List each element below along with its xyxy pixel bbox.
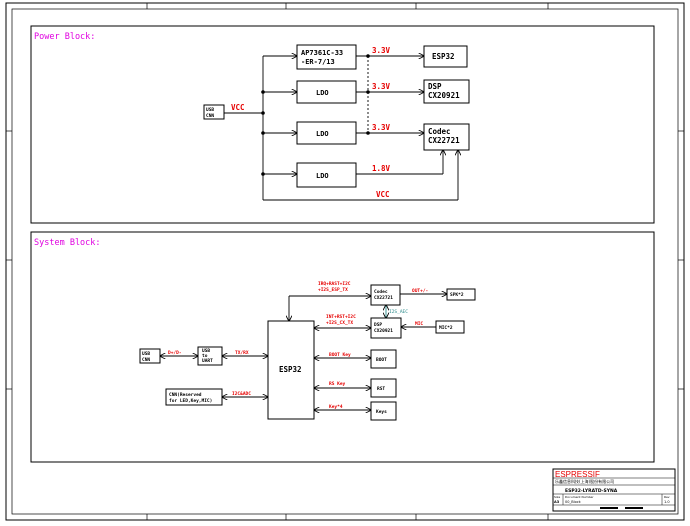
svg-text:CX20921: CX20921 xyxy=(374,328,393,334)
speaker-box: SPK*2 xyxy=(446,288,476,301)
i2s-aec-label: I2S_AEC xyxy=(389,309,408,315)
mic-label: MIC xyxy=(415,321,423,327)
reserved-connector: CNN(Reserved for LED,Key,MIC) xyxy=(165,388,223,406)
svg-text:AP7361C-33: AP7361C-33 xyxy=(301,49,343,57)
svg-text:CX22721: CX22721 xyxy=(428,136,460,145)
power-vcc-bottom-label: VCC xyxy=(376,190,390,199)
system-dsp: DSP CX20921 xyxy=(370,317,402,339)
system-codec: Codec CX22721 xyxy=(370,284,401,306)
rst-box: RST xyxy=(370,378,397,398)
svg-text:CX20921: CX20921 xyxy=(428,91,460,100)
svg-text:BOOT: BOOT xyxy=(376,357,387,363)
project-name: ESP32-LYRATD-SYNA xyxy=(565,488,618,494)
power-block-title: Power Block: xyxy=(34,32,95,42)
svg-text:for LED,Key,MIC): for LED,Key,MIC) xyxy=(169,398,212,404)
dsp-bus-label-1: INT+RST+I2C xyxy=(326,314,356,320)
svg-text:SPK*2: SPK*2 xyxy=(450,292,464,298)
power-esp32: ESP32 xyxy=(423,45,468,68)
codec-bus-label-2: +I2S_ESP_TX xyxy=(318,287,348,293)
ldo-2: LDO xyxy=(296,121,357,145)
svg-text:Codec: Codec xyxy=(374,289,388,295)
power-junction-dots xyxy=(261,54,370,176)
system-usb-connector: USB CNN xyxy=(139,348,161,364)
rev-header: Rev xyxy=(664,495,670,499)
doc-number-header: Document Number xyxy=(565,495,594,499)
mic-box: MIC*2 xyxy=(435,320,465,334)
power-block: Power Block: USB CNN VCC AP7361C-33 -ER-… xyxy=(30,25,655,224)
key4-label: Key*4 xyxy=(329,404,343,410)
codec-bus-label-1: IRQ+RAST+I2C xyxy=(318,281,351,287)
schematic-page: Power Block: USB CNN VCC AP7361C-33 -ER-… xyxy=(0,0,690,526)
ldo-1: LDO xyxy=(296,80,357,104)
usb-to-uart: USB to UART xyxy=(197,346,223,366)
i2c-adc-label: I2C&ADC xyxy=(232,391,251,397)
out-label: OUT+/- xyxy=(412,288,429,294)
rail-3v3-label-1: 3.3V xyxy=(372,46,391,55)
system-block: System Block: USB CNN D+/D- USB to UART … xyxy=(30,231,655,463)
title-block: ESPRESSIF 乐鑫信息科技(上海)股份有限公司 ESP32-LYRATD-… xyxy=(552,468,676,512)
size-value: A3 xyxy=(554,500,560,504)
rail-3v3-label-3: 3.3V xyxy=(372,123,391,132)
svg-text:UART: UART xyxy=(202,358,213,364)
svg-text:ESP32: ESP32 xyxy=(279,365,302,374)
svg-text:DSP: DSP xyxy=(374,322,382,328)
svg-text:LDO: LDO xyxy=(316,130,329,138)
svg-text:USB: USB xyxy=(142,351,150,357)
svg-text:ESP32: ESP32 xyxy=(432,52,455,61)
ldo-3: LDO xyxy=(296,162,357,188)
txrx-label: TX/RX xyxy=(235,350,249,356)
svg-text:Keys: Keys xyxy=(376,409,387,415)
svg-text:LDO: LDO xyxy=(316,89,329,97)
svg-text:DSP: DSP xyxy=(428,82,442,91)
rs-key-label: RS Key xyxy=(329,381,346,387)
sheet-name: 00_Block xyxy=(565,500,582,504)
company-name: 乐鑫信息科技(上海)股份有限公司 xyxy=(555,478,614,484)
power-usb-connector: USB CNN xyxy=(203,104,225,120)
power-codec: Codec CX22721 xyxy=(423,123,470,151)
svg-text:Codec: Codec xyxy=(428,127,451,136)
rev-value: 1.0 xyxy=(664,500,670,504)
svg-text:CNN(Reserved: CNN(Reserved xyxy=(169,392,202,398)
rail-3v3-label-2: 3.3V xyxy=(372,82,391,91)
size-header: Size xyxy=(554,495,560,499)
power-dsp: DSP CX20921 xyxy=(423,79,470,104)
ap7361c-regulator: AP7361C-33 -ER-7/13 xyxy=(296,44,357,70)
svg-text:RST: RST xyxy=(377,386,385,392)
espressif-logo: ESPRESSIF xyxy=(555,470,600,479)
schematic-svg: Power Block: USB CNN VCC AP7361C-33 -ER-… xyxy=(5,2,685,521)
system-esp32: ESP32 xyxy=(267,320,315,420)
svg-text:-ER-7/13: -ER-7/13 xyxy=(301,58,335,66)
system-block-title: System Block: xyxy=(34,238,101,248)
svg-text:LDO: LDO xyxy=(316,172,329,180)
svg-text:CX22721: CX22721 xyxy=(374,295,393,301)
keys-box: Keys xyxy=(370,401,397,421)
svg-text:CNN: CNN xyxy=(142,357,150,363)
rail-1v8-label: 1.8V xyxy=(372,164,391,173)
svg-text:MIC*2: MIC*2 xyxy=(439,325,453,331)
boot-key-label: BOOT Key xyxy=(329,352,351,358)
dsp-bus-label-2: +I2S_CX_TX xyxy=(326,320,353,326)
dpdm-label: D+/D- xyxy=(168,350,182,356)
svg-text:CNN: CNN xyxy=(206,113,214,119)
boot-box: BOOT xyxy=(370,349,397,369)
power-vcc-in-label: VCC xyxy=(231,103,245,112)
svg-text:USB: USB xyxy=(206,107,214,113)
